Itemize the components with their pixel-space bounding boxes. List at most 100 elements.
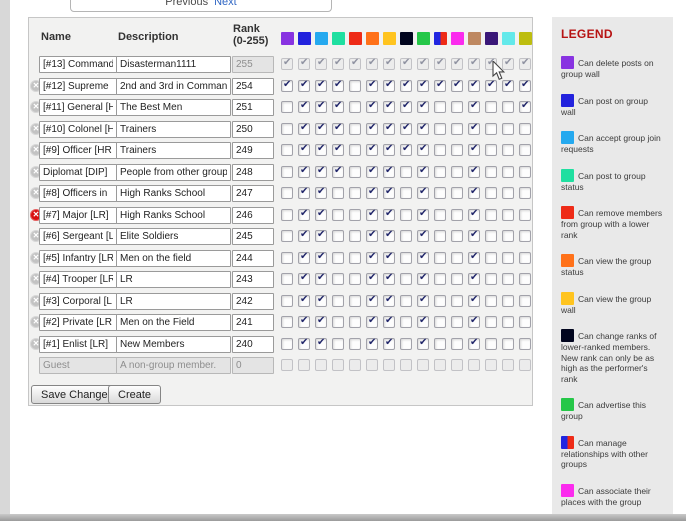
permission-checkbox-post-group-status[interactable] — [332, 230, 344, 242]
permission-checkbox-configure-group-items[interactable] — [502, 209, 514, 221]
permission-checkbox-accept-join-requests[interactable] — [315, 338, 327, 350]
rank-name-input[interactable] — [39, 207, 117, 224]
permission-checkbox-post-on-wall[interactable] — [298, 187, 310, 199]
permission-checkbox-create-group-items[interactable] — [485, 144, 497, 156]
permission-checkbox-create-group-items[interactable] — [485, 316, 497, 328]
permission-checkbox-view-audit-log[interactable] — [468, 123, 480, 135]
rank-name-input[interactable] — [39, 293, 117, 310]
rank-number-input[interactable] — [232, 164, 274, 181]
rank-number-input[interactable] — [232, 99, 274, 116]
permission-checkbox-view-group-status[interactable] — [366, 252, 378, 264]
permission-checkbox-change-ranks[interactable] — [400, 80, 412, 92]
permission-checkbox-manage-relationships[interactable] — [434, 230, 446, 242]
permission-checkbox-remove-members[interactable] — [349, 166, 361, 178]
permission-checkbox-advertise-group[interactable] — [417, 123, 429, 135]
permission-checkbox-accept-join-requests[interactable] — [315, 166, 327, 178]
permission-checkbox-view-group-wall[interactable] — [383, 252, 395, 264]
permission-checkbox-advertise-group[interactable] — [417, 144, 429, 156]
permission-checkbox-spend-group-funds[interactable] — [519, 316, 531, 328]
permission-checkbox-spend-group-funds[interactable] — [519, 338, 531, 350]
permission-checkbox-view-group-wall[interactable] — [383, 273, 395, 285]
permission-checkbox-accept-join-requests[interactable] — [315, 316, 327, 328]
permission-checkbox-change-ranks[interactable] — [400, 166, 412, 178]
permission-checkbox-post-group-status[interactable] — [332, 273, 344, 285]
permission-checkbox-spend-group-funds[interactable] — [519, 273, 531, 285]
permission-checkbox-accept-join-requests[interactable] — [315, 187, 327, 199]
rank-description-input[interactable] — [116, 185, 231, 202]
rank-number-input[interactable] — [232, 121, 274, 138]
rank-number-input[interactable] — [232, 185, 274, 202]
permission-checkbox-post-on-wall[interactable] — [298, 80, 310, 92]
rank-description-input[interactable] — [116, 271, 231, 288]
rank-name-input[interactable] — [39, 250, 117, 267]
permission-checkbox-post-group-status[interactable] — [332, 101, 344, 113]
permission-checkbox-accept-join-requests[interactable] — [315, 101, 327, 113]
permission-checkbox-advertise-group[interactable] — [417, 80, 429, 92]
permission-checkbox-delete-wall-posts[interactable] — [281, 230, 293, 242]
rank-number-input[interactable] — [232, 207, 274, 224]
permission-checkbox-delete-wall-posts[interactable] — [281, 209, 293, 221]
permission-checkbox-view-group-status[interactable] — [366, 295, 378, 307]
permission-checkbox-view-group-status[interactable] — [366, 209, 378, 221]
permission-checkbox-associate-places[interactable] — [451, 273, 463, 285]
permission-checkbox-advertise-group[interactable] — [417, 316, 429, 328]
permission-checkbox-advertise-group[interactable] — [417, 166, 429, 178]
permission-checkbox-post-on-wall[interactable] — [298, 123, 310, 135]
rank-description-input[interactable] — [116, 293, 231, 310]
permission-checkbox-manage-relationships[interactable] — [434, 273, 446, 285]
permission-checkbox-post-group-status[interactable] — [332, 166, 344, 178]
permission-checkbox-accept-join-requests[interactable] — [315, 123, 327, 135]
permission-checkbox-create-group-items[interactable] — [485, 166, 497, 178]
rank-description-input[interactable] — [116, 142, 231, 159]
permission-checkbox-configure-group-items[interactable] — [502, 101, 514, 113]
permission-checkbox-view-group-status[interactable] — [366, 273, 378, 285]
permission-checkbox-manage-relationships[interactable] — [434, 295, 446, 307]
permission-checkbox-view-group-wall[interactable] — [383, 144, 395, 156]
permission-checkbox-associate-places[interactable] — [451, 338, 463, 350]
permission-checkbox-manage-relationships[interactable] — [434, 101, 446, 113]
permission-checkbox-manage-relationships[interactable] — [434, 166, 446, 178]
permission-checkbox-associate-places[interactable] — [451, 316, 463, 328]
permission-checkbox-delete-wall-posts[interactable] — [281, 338, 293, 350]
permission-checkbox-associate-places[interactable] — [451, 166, 463, 178]
permission-checkbox-post-on-wall[interactable] — [298, 252, 310, 264]
permission-checkbox-spend-group-funds[interactable] — [519, 295, 531, 307]
permission-checkbox-post-on-wall[interactable] — [298, 144, 310, 156]
rank-description-input[interactable] — [116, 56, 231, 73]
permission-checkbox-associate-places[interactable] — [451, 80, 463, 92]
permission-checkbox-delete-wall-posts[interactable] — [281, 316, 293, 328]
pagination-next-link[interactable]: Next — [214, 0, 237, 8]
rank-number-input[interactable] — [232, 271, 274, 288]
permission-checkbox-configure-group-items[interactable] — [502, 187, 514, 199]
permission-checkbox-post-on-wall[interactable] — [298, 295, 310, 307]
permission-checkbox-accept-join-requests[interactable] — [315, 273, 327, 285]
permission-checkbox-advertise-group[interactable] — [417, 230, 429, 242]
permission-checkbox-associate-places[interactable] — [451, 295, 463, 307]
rank-description-input[interactable] — [116, 250, 231, 267]
permission-checkbox-change-ranks[interactable] — [400, 187, 412, 199]
permission-checkbox-view-group-status[interactable] — [366, 187, 378, 199]
permission-checkbox-remove-members[interactable] — [349, 101, 361, 113]
permission-checkbox-create-group-items[interactable] — [485, 338, 497, 350]
permission-checkbox-configure-group-items[interactable] — [502, 80, 514, 92]
rank-description-input[interactable] — [116, 99, 231, 116]
permission-checkbox-remove-members[interactable] — [349, 209, 361, 221]
permission-checkbox-spend-group-funds[interactable] — [519, 187, 531, 199]
permission-checkbox-view-group-status[interactable] — [366, 316, 378, 328]
permission-checkbox-post-on-wall[interactable] — [298, 230, 310, 242]
permission-checkbox-post-group-status[interactable] — [332, 123, 344, 135]
permission-checkbox-view-audit-log[interactable] — [468, 101, 480, 113]
rank-name-input[interactable] — [39, 164, 117, 181]
create-rank-button[interactable]: Create — [108, 385, 161, 404]
permission-checkbox-accept-join-requests[interactable] — [315, 295, 327, 307]
rank-name-input[interactable] — [39, 336, 117, 353]
permission-checkbox-spend-group-funds[interactable] — [519, 209, 531, 221]
rank-description-input[interactable] — [116, 78, 231, 95]
permission-checkbox-configure-group-items[interactable] — [502, 273, 514, 285]
rank-number-input[interactable] — [232, 336, 274, 353]
permission-checkbox-configure-group-items[interactable] — [502, 144, 514, 156]
permission-checkbox-remove-members[interactable] — [349, 338, 361, 350]
permission-checkbox-manage-relationships[interactable] — [434, 80, 446, 92]
permission-checkbox-view-audit-log[interactable] — [468, 316, 480, 328]
permission-checkbox-spend-group-funds[interactable] — [519, 252, 531, 264]
